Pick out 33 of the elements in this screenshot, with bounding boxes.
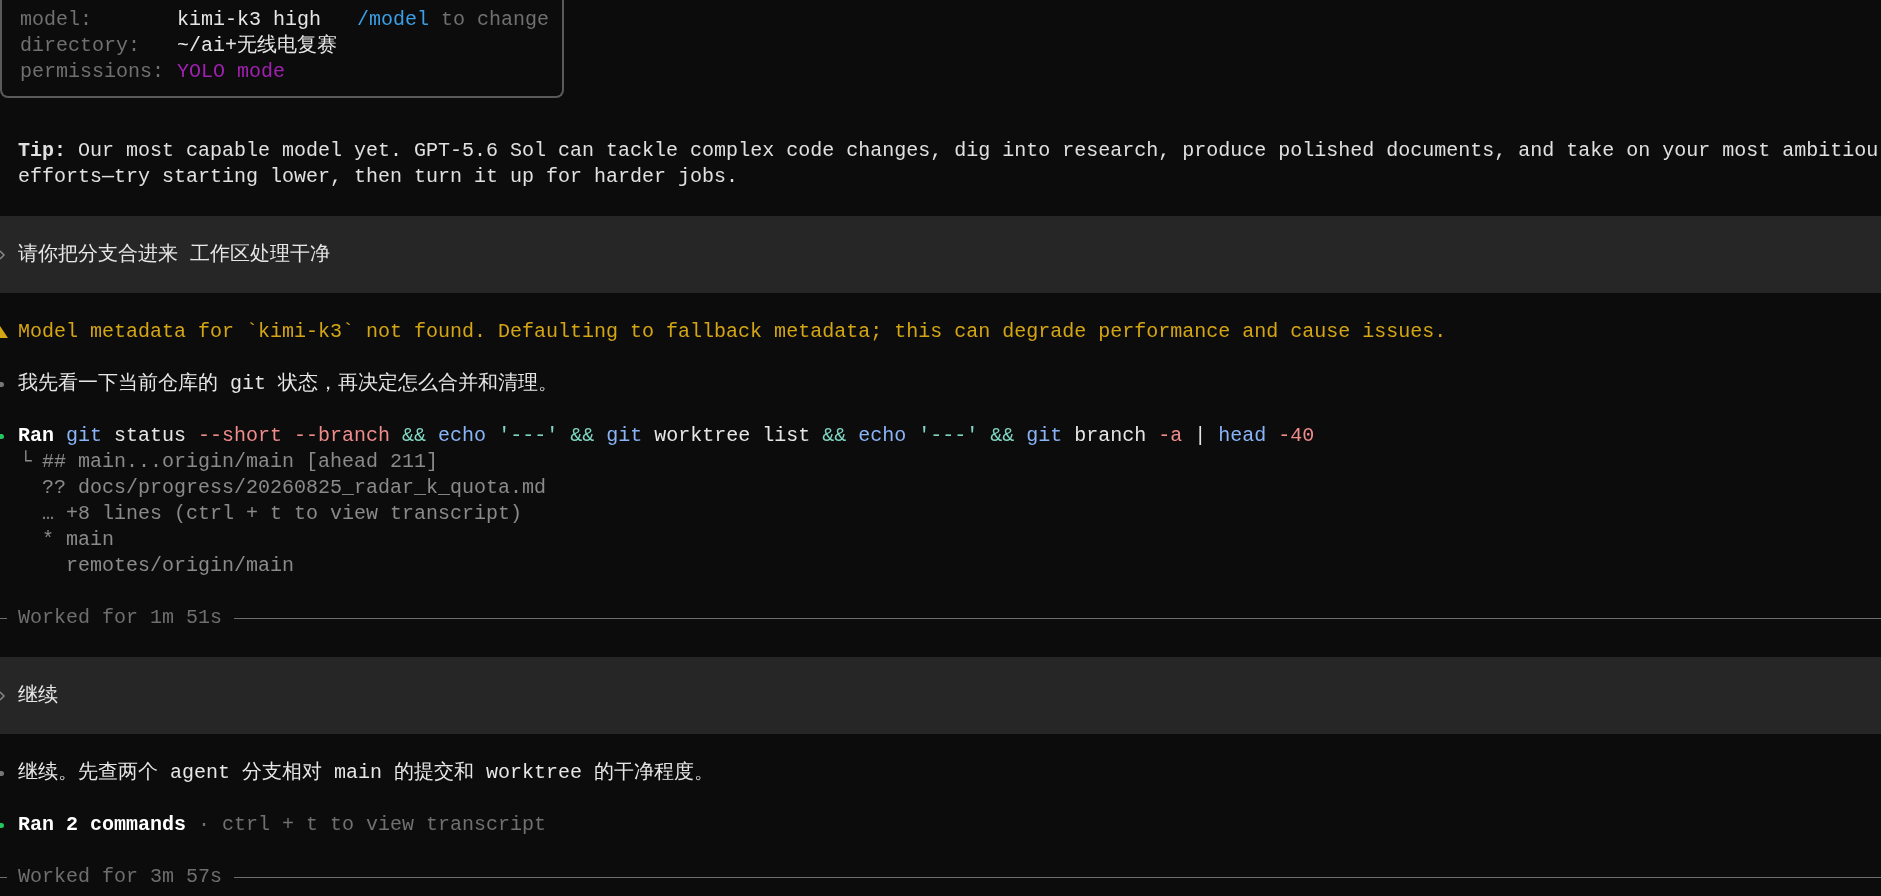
info-value: YOLO mode xyxy=(177,59,286,85)
command-text: Ran git status --short --branch && echo '---' && git worktree list && echo '---' && git branch -a | head -40 xyxy=(18,423,1315,449)
info-label: directory: xyxy=(20,33,142,59)
user-message: 请你把分支合进来 工作区处理干净 xyxy=(18,241,330,268)
tree-marker: └ xyxy=(20,450,32,473)
output-line: ?? docs/progress/20260825_radar_k_quota.md xyxy=(42,475,547,501)
info-label: model: xyxy=(20,7,93,33)
bullet-icon xyxy=(0,381,4,387)
tip-text: Tip: Our most capable model yet. GPT-5.6 Sol can tackle complex code changes, dig into research, produce polished documents, and take on your most ambitiou xyxy=(18,138,1879,164)
output-line: … +8 lines (ctrl + t to view transcript) xyxy=(42,501,523,527)
hint-text: to change xyxy=(441,7,550,33)
model-command: /model xyxy=(357,7,430,33)
output-line: * main xyxy=(42,527,114,553)
transcript-hint: · ctrl + t to view transcript xyxy=(198,812,547,838)
chevron-icon xyxy=(0,249,5,260)
warning-icon xyxy=(0,325,8,339)
warning-message: Model metadata for `kimi-k3` not found. Defaulting to fallback metadata; this can degrade performance and cause issues. xyxy=(18,319,1447,345)
chevron-icon xyxy=(0,690,5,701)
command-summary: Ran 2 commands xyxy=(18,812,187,838)
bullet-icon xyxy=(0,770,4,776)
output-line: ## main...origin/main [ahead 211] xyxy=(42,449,439,475)
bullet-icon xyxy=(0,822,4,828)
elapsed-time: Worked for 3m 57s xyxy=(18,864,223,890)
assistant-message: 我先看一下当前仓库的 git 状态，再决定怎么合并和清理。 xyxy=(18,371,558,397)
bullet-icon xyxy=(0,433,4,439)
info-value: ~/ai+无线电复赛 xyxy=(177,33,337,59)
info-label: permissions: xyxy=(20,59,166,85)
tip-text: efforts—try starting lower, then turn it up for harder jobs. xyxy=(18,164,739,190)
output-line: remotes/origin/main xyxy=(65,553,295,579)
info-value: kimi-k3 high xyxy=(177,7,322,33)
elapsed-time: Worked for 1m 51s xyxy=(18,605,223,631)
user-message: 继续 xyxy=(18,682,58,709)
assistant-message: 继续。先查两个 agent 分支相对 main 的提交和 worktree 的干净程度。 xyxy=(18,760,715,786)
